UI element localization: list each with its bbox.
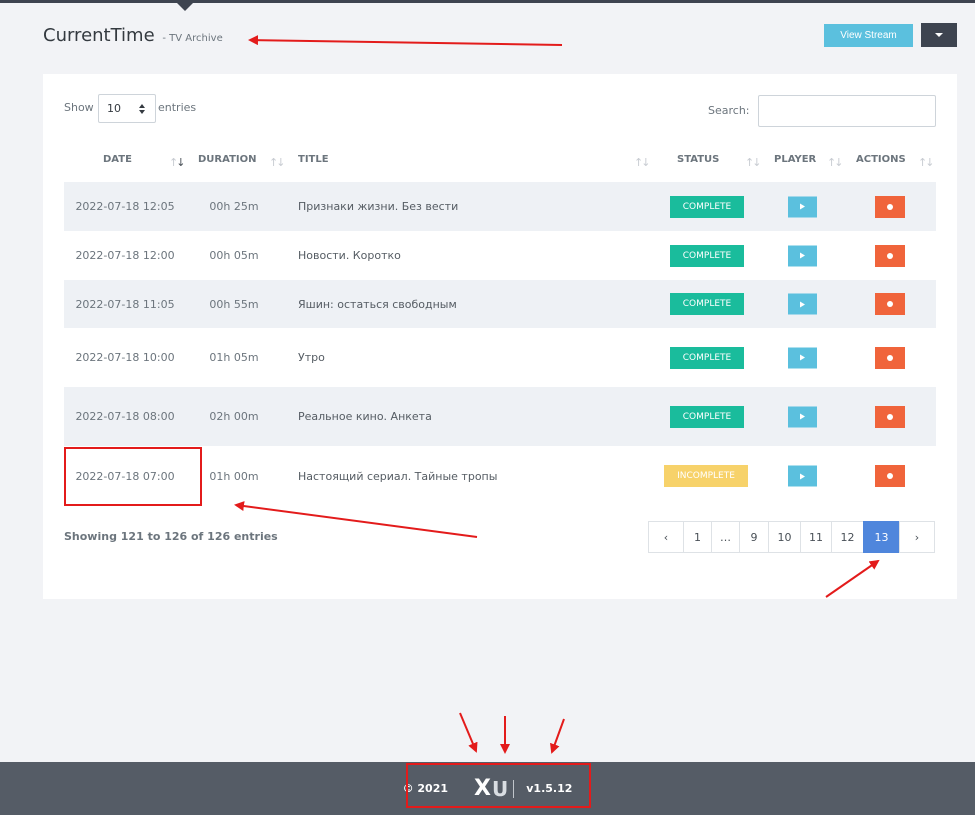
record-icon bbox=[887, 252, 893, 259]
table-info: Showing 121 to 126 of 126 entries bbox=[64, 530, 278, 543]
date-cell: 2022-07-18 12:00 bbox=[75, 249, 175, 262]
record-button[interactable] bbox=[875, 465, 905, 487]
annotation-box-date bbox=[64, 447, 202, 506]
status-badge: COMPLETE bbox=[670, 293, 744, 315]
page-size-value: 10 bbox=[107, 102, 121, 115]
duration-cell: 02h 00m bbox=[209, 410, 259, 423]
page-subtitle: - TV Archive bbox=[162, 33, 223, 44]
entries-label: entries bbox=[158, 101, 197, 114]
column-header-player[interactable]: PLAYER bbox=[774, 154, 816, 165]
caret-down-icon bbox=[935, 33, 943, 37]
record-button[interactable] bbox=[875, 405, 905, 428]
date-cell: 2022-07-18 12:05 bbox=[75, 200, 175, 213]
arrow-to-footer-left bbox=[459, 712, 478, 753]
page-title-text: CurrentTime bbox=[43, 25, 155, 46]
play-icon bbox=[800, 203, 805, 210]
pagination-next[interactable]: › bbox=[899, 521, 935, 553]
table-row: 2022-07-18 08:00 02h 00m Реальное кино. … bbox=[64, 387, 936, 446]
record-button[interactable] bbox=[875, 195, 905, 218]
record-icon bbox=[887, 203, 893, 210]
duration-cell: 00h 05m bbox=[209, 249, 259, 262]
sort-icon-status[interactable]: ↑↓ bbox=[745, 156, 762, 169]
pagination-page[interactable]: 10 bbox=[768, 521, 801, 553]
page-size-select[interactable]: 10 bbox=[98, 94, 156, 123]
pagination-page[interactable]: 11 bbox=[800, 521, 832, 553]
date-cell: 2022-07-18 11:05 bbox=[75, 297, 175, 311]
play-button[interactable] bbox=[788, 347, 817, 368]
play-icon bbox=[800, 473, 805, 479]
sort-icon-duration[interactable]: ↑↓ bbox=[269, 156, 286, 169]
title-cell: Признаки жизни. Без вести bbox=[298, 200, 459, 213]
page-title: CurrentTime - TV Archive bbox=[43, 25, 223, 46]
pagination-prev[interactable]: ‹ bbox=[648, 521, 684, 553]
pagination-page-active[interactable]: 13 bbox=[863, 521, 900, 553]
sort-icon-actions[interactable]: ↑↓ bbox=[918, 156, 935, 169]
title-cell: Настоящий сериал. Тайные тропы bbox=[298, 469, 498, 483]
column-header-status[interactable]: STATUS bbox=[677, 154, 719, 165]
record-icon bbox=[887, 413, 893, 420]
record-button[interactable] bbox=[875, 293, 905, 315]
date-cell: 2022-07-18 08:00 bbox=[75, 410, 175, 423]
pagination-page[interactable]: 9 bbox=[739, 521, 769, 553]
status-badge: COMPLETE bbox=[670, 405, 744, 428]
status-badge: INCOMPLETE bbox=[664, 465, 748, 487]
play-button[interactable] bbox=[788, 406, 817, 427]
top-bar bbox=[0, 0, 975, 3]
record-button[interactable] bbox=[875, 346, 905, 369]
title-cell: Утро bbox=[298, 351, 325, 364]
options-dropdown-button[interactable] bbox=[921, 23, 957, 47]
status-badge: COMPLETE bbox=[670, 195, 744, 218]
table-row: 2022-07-18 12:05 00h 25m Признаки жизни.… bbox=[64, 182, 936, 231]
record-icon bbox=[887, 301, 893, 307]
search-input[interactable] bbox=[758, 95, 936, 127]
play-icon bbox=[800, 413, 805, 420]
duration-cell: 00h 55m bbox=[209, 297, 259, 311]
sort-icon-date[interactable]: ↑↓ bbox=[169, 156, 186, 169]
date-cell: 2022-07-18 10:00 bbox=[75, 351, 175, 364]
pagination-ellipsis: … bbox=[711, 521, 740, 553]
table-row: 2022-07-18 10:00 01h 05m Утро COMPLETE bbox=[64, 328, 936, 387]
view-stream-button[interactable]: View Stream bbox=[824, 24, 913, 47]
play-button[interactable] bbox=[788, 293, 817, 315]
title-cell: Яшин: остаться свободным bbox=[298, 297, 457, 311]
column-header-actions[interactable]: ACTIONS bbox=[856, 154, 906, 165]
select-arrows-icon bbox=[139, 104, 145, 114]
play-icon bbox=[800, 252, 805, 259]
status-badge: COMPLETE bbox=[670, 244, 744, 267]
play-icon bbox=[800, 301, 805, 307]
duration-cell: 00h 25m bbox=[209, 200, 259, 213]
title-cell: Реальное кино. Анкета bbox=[298, 410, 432, 423]
play-button[interactable] bbox=[788, 245, 817, 266]
arrow-to-footer-right bbox=[550, 718, 565, 754]
pagination-page[interactable]: 12 bbox=[831, 521, 864, 553]
table-row: 2022-07-18 12:00 00h 05m Новости. Коротк… bbox=[64, 231, 936, 280]
show-label: Show bbox=[64, 101, 94, 114]
column-header-title[interactable]: TITLE bbox=[298, 154, 329, 165]
search-label: Search: bbox=[708, 104, 750, 117]
duration-cell: 01h 05m bbox=[209, 351, 259, 364]
record-icon bbox=[887, 354, 893, 361]
pagination: ‹ 1 … 9 10 11 12 13 › bbox=[648, 521, 935, 553]
top-bar-notch bbox=[177, 3, 193, 11]
column-header-duration[interactable]: DURATION bbox=[198, 154, 257, 165]
play-icon bbox=[800, 354, 805, 361]
annotation-box-footer bbox=[406, 763, 591, 808]
record-button[interactable] bbox=[875, 244, 905, 267]
title-cell: Новости. Коротко bbox=[298, 249, 401, 262]
sort-icon-player[interactable]: ↑↓ bbox=[827, 156, 844, 169]
play-button[interactable] bbox=[788, 196, 817, 217]
duration-cell: 01h 00m bbox=[209, 469, 259, 483]
table-row: 2022-07-18 11:05 00h 55m Яшин: остаться … bbox=[64, 280, 936, 328]
arrow-to-title bbox=[248, 35, 563, 46]
archive-card: Show 10 entries Search: DATE ↑↓ DURATION… bbox=[43, 74, 957, 599]
status-badge: COMPLETE bbox=[670, 346, 744, 369]
record-icon bbox=[887, 473, 893, 479]
play-button[interactable] bbox=[788, 465, 817, 487]
pagination-page[interactable]: 1 bbox=[683, 521, 712, 553]
column-header-date[interactable]: DATE bbox=[103, 154, 132, 165]
sort-icon-title[interactable]: ↑↓ bbox=[634, 156, 651, 169]
